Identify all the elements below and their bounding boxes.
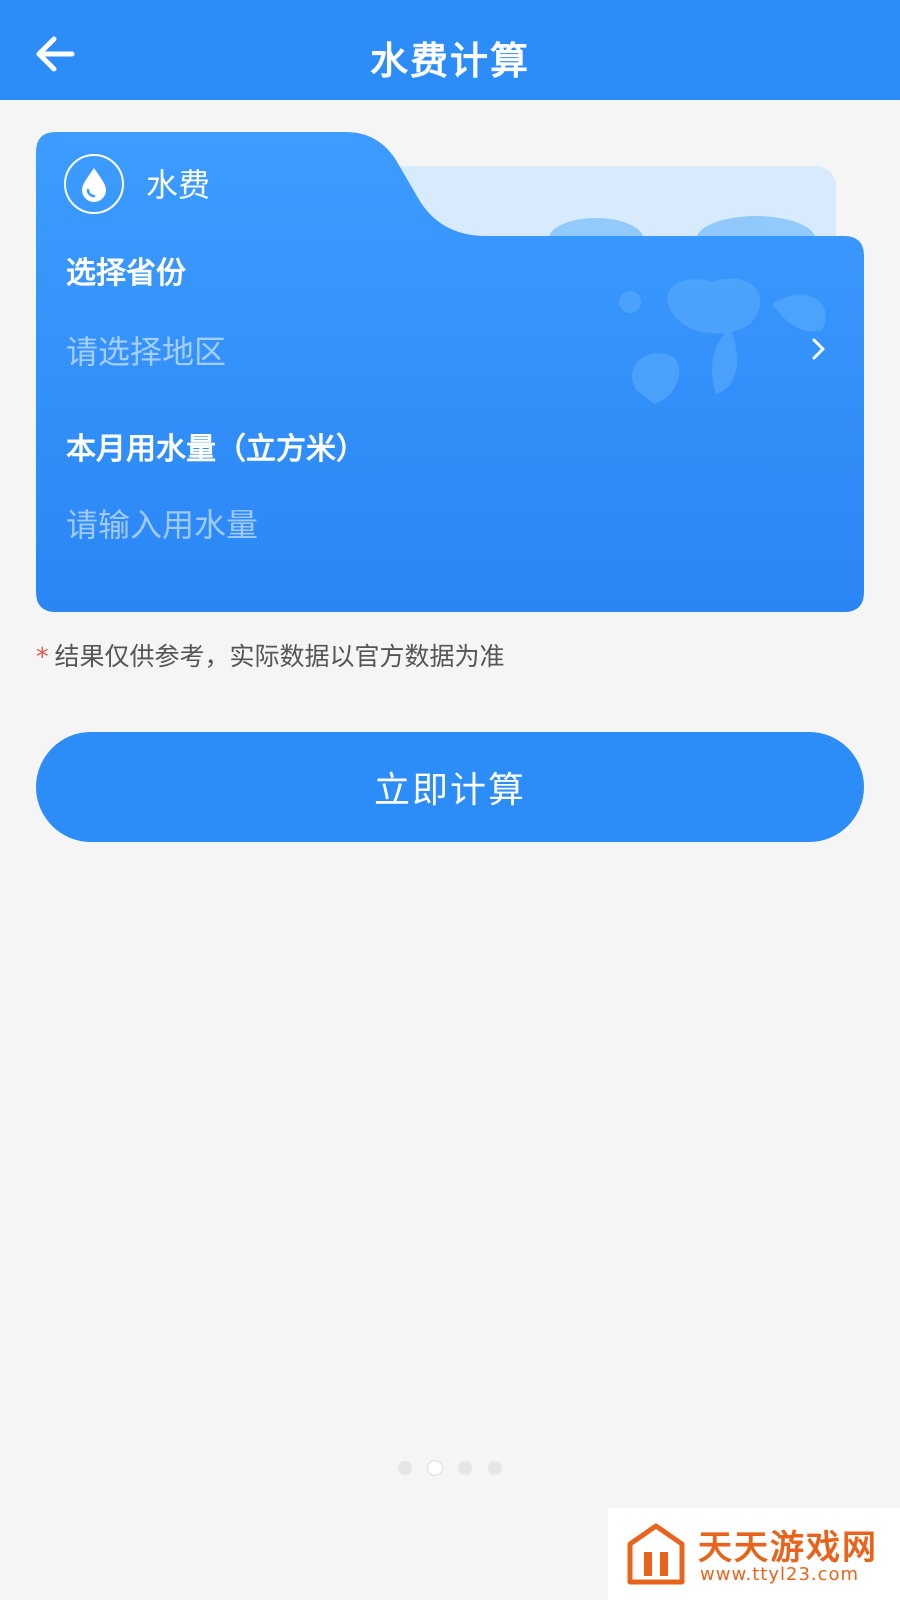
- card-tab-label: 水费: [146, 166, 211, 204]
- water-usage-label: 本月用水量（立方米）: [66, 432, 366, 467]
- province-placeholder: 请选择地区: [66, 333, 227, 371]
- page-title: 水费计算: [369, 39, 530, 83]
- page-indicator: [398, 1461, 502, 1475]
- note-text: 结果仅供参考，实际数据以官方数据为准: [54, 642, 505, 671]
- watermark-url: www.ttyl23.com: [700, 1564, 860, 1585]
- province-select[interactable]: 请选择地区: [36, 307, 864, 387]
- page-dot: [458, 1461, 472, 1475]
- page-dot-active: [428, 1461, 442, 1475]
- site-watermark: 天天游戏网 www.ttyl23.com: [608, 1508, 900, 1600]
- page-dot: [398, 1461, 412, 1475]
- watermark-title: 天天游戏网: [698, 1528, 878, 1568]
- water-fee-card: 水费 选择省份 请选择地区 本月用水量（立方米） 请输入用水量: [36, 132, 864, 612]
- disclaimer-note: * 结果仅供参考，实际数据以官方数据为准: [36, 637, 505, 673]
- water-usage-input[interactable]: 请输入用水量: [66, 500, 826, 550]
- province-label: 选择省份: [66, 256, 186, 291]
- note-marker: *: [36, 642, 49, 671]
- house-logo-icon: [627, 1523, 685, 1585]
- chevron-right-icon: [812, 338, 825, 360]
- water-drop-icon: [64, 154, 124, 214]
- calculate-button[interactable]: 立即计算: [36, 732, 864, 842]
- app-header: 水费计算: [0, 0, 900, 100]
- page-dot: [488, 1461, 502, 1475]
